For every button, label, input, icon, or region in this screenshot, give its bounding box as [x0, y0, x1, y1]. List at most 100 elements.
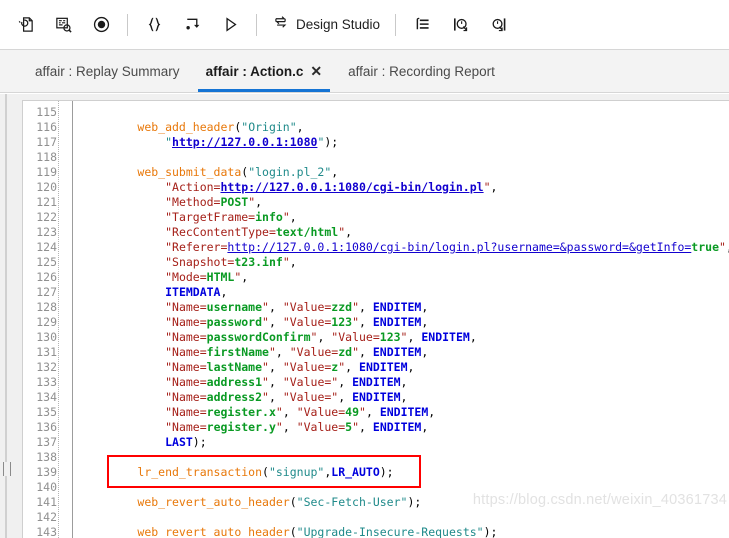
code-line[interactable]: "Name=lastName", "Value=z", ENDITEM,: [82, 360, 729, 375]
code-line[interactable]: "Name=passwordConfirm", "Value=123", END…: [82, 330, 729, 345]
code-line[interactable]: "Action=http://127.0.0.1:1080/cgi-bin/lo…: [82, 180, 729, 195]
code-line[interactable]: [82, 450, 729, 465]
tab-replay-summary[interactable]: affair : Replay Summary: [22, 50, 193, 92]
rail-marker[interactable]: [3, 462, 11, 476]
code-token: "Name=: [165, 330, 207, 344]
code-editor-panel[interactable]: 115 116 117 118 119 120 121 122 123 124 125 126 127 1…: [22, 100, 729, 538]
snapshot-list-icon[interactable]: [403, 8, 441, 42]
code-line[interactable]: "Name=username", "Value=zzd", ENDITEM,: [82, 300, 729, 315]
code-token: "Value=: [282, 315, 332, 329]
code-token: ,: [421, 420, 429, 434]
code-token: ,: [469, 330, 477, 344]
code-token: ": [262, 300, 269, 314]
code-line[interactable]: LAST);: [82, 435, 729, 450]
code-line[interactable]: ITEMDATA,: [82, 285, 729, 300]
code-line[interactable]: [82, 150, 729, 165]
code-token: ,: [428, 405, 436, 419]
code-token: ENDITEM: [421, 330, 470, 344]
code-line[interactable]: web_add_header("Origin",: [82, 120, 729, 135]
code-line[interactable]: "Name=register.x", "Value=49", ENDITEM,: [82, 405, 729, 420]
code-token: "Value=: [296, 405, 346, 419]
code-token: ,: [338, 390, 353, 404]
code-line[interactable]: "Name=password", "Value=123", ENDITEM,: [82, 315, 729, 330]
code-token: ,: [400, 375, 408, 389]
code-token: "Value=: [282, 360, 332, 374]
replay-script-icon[interactable]: [6, 8, 44, 42]
code-token: "Name=: [165, 300, 207, 314]
code-folding-column[interactable]: [59, 101, 73, 538]
code-line[interactable]: "Name=register.y", "Value=5", ENDITEM,: [82, 420, 729, 435]
code-token: "Referer=: [165, 240, 228, 254]
line-number: 133: [36, 375, 57, 389]
compile-script-icon[interactable]: [44, 8, 82, 42]
code-token: ,: [241, 270, 249, 284]
code-line[interactable]: web_revert_auto_header("Upgrade-Insecure…: [82, 525, 729, 538]
tab-close-icon[interactable]: ✕: [310, 64, 322, 78]
code-token: ,: [407, 360, 415, 374]
code-token: true: [691, 240, 719, 254]
code-token: http://127.0.0.1:1080/cgi-bin/login.pl?u…: [227, 240, 692, 254]
code-token: firstName: [206, 345, 269, 359]
code-line[interactable]: web_revert_auto_header("Sec-Fetch-User")…: [82, 495, 729, 510]
code-token: ": [275, 420, 283, 434]
code-line[interactable]: "Name=address1", "Value=", ENDITEM,: [82, 375, 729, 390]
tab-recording-report[interactable]: affair : Recording Report: [335, 50, 508, 92]
code-token: lr_end_transaction: [137, 465, 263, 479]
code-line[interactable]: [82, 105, 729, 120]
code-line[interactable]: web_submit_data("login.pl_2",: [82, 165, 729, 180]
code-token: ,: [255, 195, 263, 209]
code-line[interactable]: "Method=POST",: [82, 195, 729, 210]
record-icon[interactable]: [82, 8, 120, 42]
run-icon[interactable]: [211, 8, 249, 42]
design-studio-button[interactable]: Design Studio: [264, 8, 388, 42]
code-line[interactable]: [82, 510, 729, 525]
code-line[interactable]: [82, 480, 729, 495]
line-number: 142: [36, 510, 57, 524]
code-token: ,: [421, 345, 429, 359]
code-token: ,: [331, 165, 339, 179]
code-line[interactable]: "Snapshot=t23.inf",: [82, 255, 729, 270]
code-line[interactable]: "TargetFrame=info",: [82, 210, 729, 225]
code-token: register.y: [206, 420, 276, 434]
code-token: zzd: [331, 300, 353, 314]
code-token: "Mode=: [165, 270, 207, 284]
code-token: ENDITEM: [372, 315, 422, 329]
start-transaction-icon[interactable]: [441, 8, 479, 42]
code-line[interactable]: "Name=address2", "Value=", ENDITEM,: [82, 390, 729, 405]
code-token: "Value=: [296, 420, 346, 434]
code-text-area[interactable]: web_add_header("Origin", "http://127.0.0…: [73, 101, 729, 538]
editor-outer-gap: [12, 94, 22, 538]
design-studio-label: Design Studio: [296, 17, 381, 32]
braces-icon[interactable]: [135, 8, 173, 42]
line-number-gutter: 115 116 117 118 119 120 121 122 123 124 125 126 127 1…: [23, 101, 59, 538]
code-line[interactable]: "Mode=HTML",: [82, 270, 729, 285]
code-line[interactable]: "http://127.0.0.1:1080");: [82, 135, 729, 150]
line-number: 122: [36, 210, 57, 224]
code-token: "Name=: [165, 420, 207, 434]
code-token: ,: [421, 300, 429, 314]
code-line[interactable]: "RecContentType=text/html",: [82, 225, 729, 240]
code-token: ,: [359, 300, 373, 314]
step-into-icon[interactable]: [173, 8, 211, 42]
code-token: (: [289, 525, 297, 538]
end-transaction-icon[interactable]: [479, 8, 517, 42]
tab-action-c[interactable]: affair : Action.c ✕: [193, 50, 336, 92]
toolbar-separator-3: [395, 13, 397, 36]
code-token: ,: [282, 405, 297, 419]
code-token: ENDITEM: [352, 390, 401, 404]
code-line[interactable]: lr_end_transaction("signup",LR_AUTO);: [82, 465, 729, 480]
code-token: ": [275, 405, 283, 419]
code-token: register.x: [206, 405, 276, 419]
code-token: http://127.0.0.1:1080/cgi-bin/login.pl: [220, 180, 484, 194]
code-line[interactable]: "Referer=http://127.0.0.1:1080/cgi-bin/l…: [82, 240, 729, 255]
code-line[interactable]: "Name=firstName", "Value=zd", ENDITEM,: [82, 345, 729, 360]
code-token: ,: [359, 315, 373, 329]
tab-label: affair : Recording Report: [348, 63, 495, 79]
